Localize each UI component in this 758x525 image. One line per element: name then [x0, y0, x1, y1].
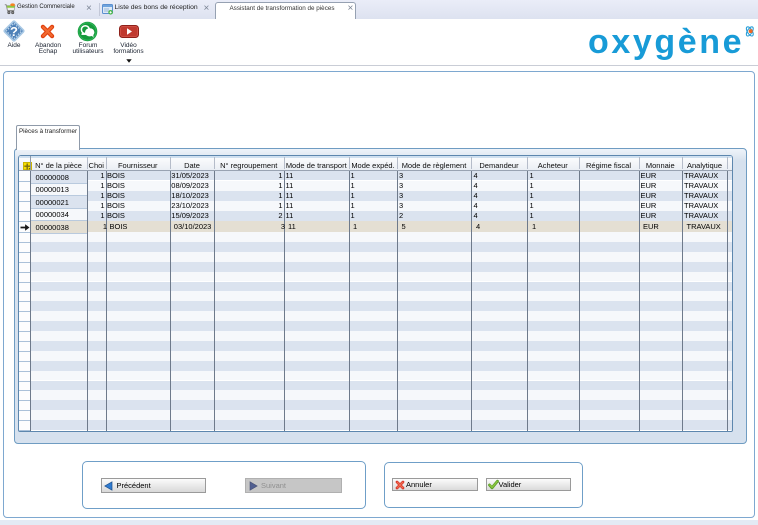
svg-text:?: ? — [10, 23, 18, 38]
